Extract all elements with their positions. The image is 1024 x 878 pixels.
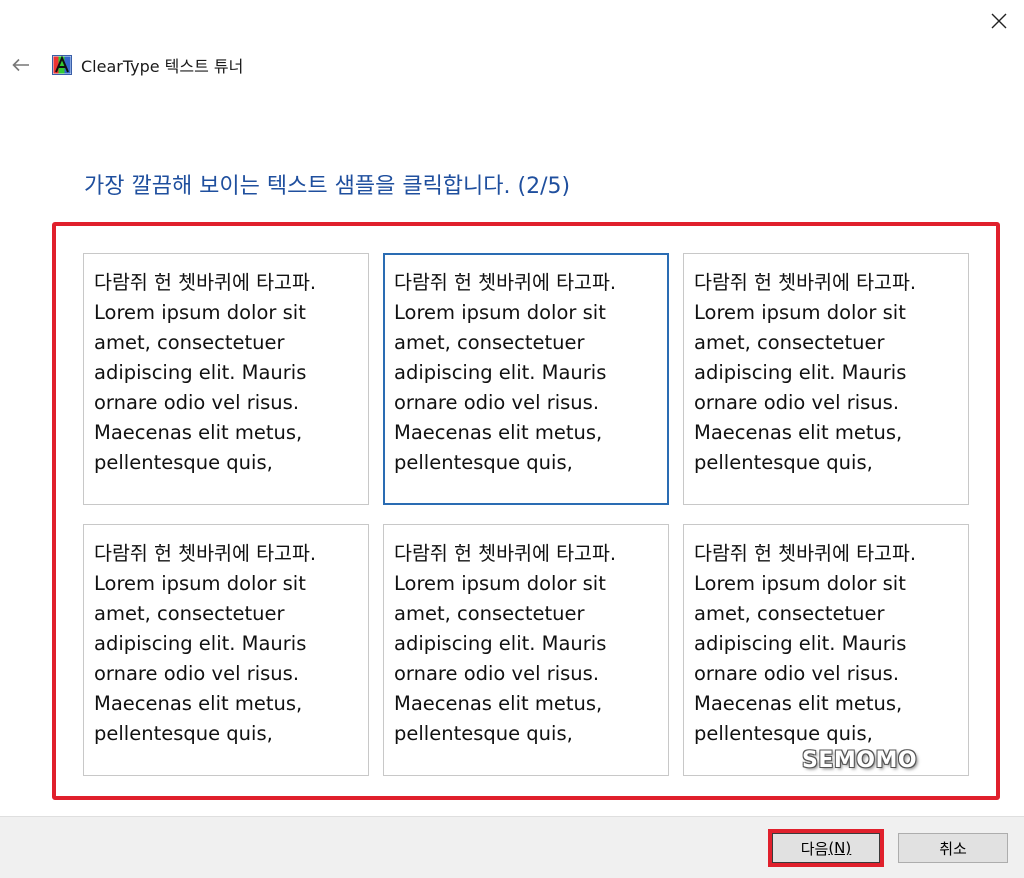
cleartype-icon [52,55,72,75]
close-icon [991,13,1007,29]
next-button-mnemonic: (N) [828,839,852,857]
next-button-label: 다음 [800,839,829,858]
next-button[interactable]: 다음 (N) [768,829,884,867]
close-button[interactable] [980,4,1018,38]
footer-bar: 다음 (N) 취소 [0,816,1024,878]
back-button[interactable] [8,52,34,78]
window-title: ClearType 텍스트 튜너 [81,57,244,76]
cancel-button[interactable]: 취소 [898,833,1008,863]
text-sample-6[interactable]: 다람쥐 헌 쳇바퀴에 타고파. Lorem ipsum dolor sit am… [683,524,969,776]
back-arrow-icon [12,58,29,72]
text-sample-1[interactable]: 다람쥐 헌 쳇바퀴에 타고파. Lorem ipsum dolor sit am… [83,253,369,505]
text-sample-5[interactable]: 다람쥐 헌 쳇바퀴에 타고파. Lorem ipsum dolor sit am… [383,524,669,776]
text-sample-4[interactable]: 다람쥐 헌 쳇바퀴에 타고파. Lorem ipsum dolor sit am… [83,524,369,776]
text-sample-3[interactable]: 다람쥐 헌 쳇바퀴에 타고파. Lorem ipsum dolor sit am… [683,253,969,505]
watermark: SEMOMO [802,748,918,773]
title-bar: ClearType 텍스트 튜너 [8,50,243,80]
text-sample-2[interactable]: 다람쥐 헌 쳇바퀴에 타고파. Lorem ipsum dolor sit am… [383,253,669,505]
instruction-text: 가장 깔끔해 보이는 텍스트 샘플을 클릭합니다. (2/5) [84,174,571,199]
